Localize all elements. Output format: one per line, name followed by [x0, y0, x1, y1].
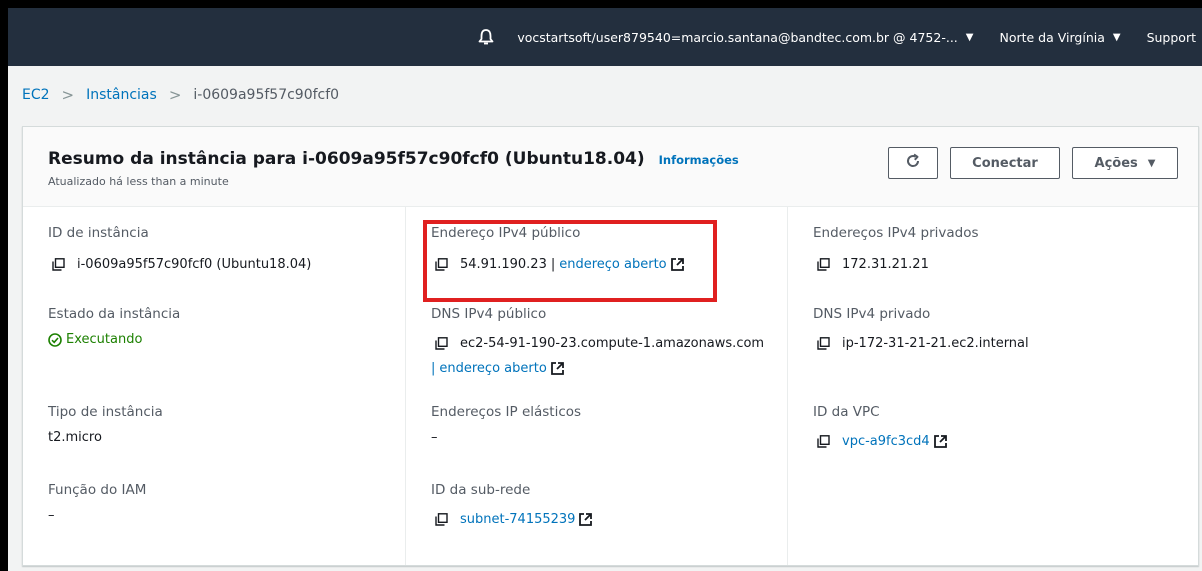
field-value-row: vpc-a9fc3cd4 — [813, 434, 1169, 449]
field-elastic-ip: Endereços IP elásticos – — [431, 404, 787, 445]
external-link-icon[interactable] — [579, 513, 593, 526]
details-column-3: Endereços IPv4 privados 172.31.21.21 DNS… — [787, 207, 1169, 565]
caret-down-icon: ▼ — [1147, 157, 1156, 169]
instance-summary-panel: Resumo da instância para i-0609a95f57c90… — [22, 126, 1199, 566]
field-value-row: 172.31.21.21 — [813, 257, 1169, 272]
field-value-row: ip-172-31-21-21.ec2.internal — [813, 336, 1169, 351]
refresh-button[interactable] — [888, 147, 938, 179]
field-label: ID da sub-rede — [431, 482, 531, 498]
instance-state-value: Executando — [66, 332, 143, 347]
chevron-right-icon: > — [168, 86, 182, 104]
field-label: ID da VPC — [813, 404, 880, 420]
field-vpc-id: ID da VPC vpc-a9fc3cd4 — [813, 404, 1169, 449]
field-private-ipv4: Endereços IPv4 privados 172.31.21.21 — [813, 225, 1169, 272]
info-link[interactable]: Informações — [659, 153, 739, 167]
field-iam-role: Função do IAM – — [48, 482, 405, 523]
caret-down-icon: ▼ — [965, 31, 974, 43]
header-actions: Conectar Ações ▼ — [888, 147, 1178, 179]
field-label: DNS IPv4 público — [431, 306, 547, 322]
vpc-id-link[interactable]: vpc-a9fc3cd4 — [842, 434, 930, 449]
highlight-box — [423, 220, 717, 302]
field-label: Tipo de instância — [48, 404, 163, 420]
breadcrumb: EC2 > Instâncias > i-0609a95f57c90fcf0 — [8, 66, 1202, 124]
field-label: Endereços IP elásticos — [431, 404, 582, 420]
field-value-row: ec2-54-91-190-23.compute-1.amazonaws.com — [431, 336, 787, 351]
bell-icon[interactable] — [477, 27, 497, 47]
chevron-right-icon: > — [61, 86, 75, 104]
external-link-icon[interactable] — [550, 362, 564, 375]
field-private-dns: DNS IPv4 privado ip-172-31-21-21.ec2.int… — [813, 306, 1169, 351]
account-label: vocstartsoft/user879540=marcio.santana@b… — [517, 29, 958, 45]
subnet-id-link[interactable]: subnet-74155239 — [460, 512, 575, 527]
field-instance-state: Estado da instância Executando — [48, 306, 405, 347]
field-label: Estado da instância — [48, 306, 181, 322]
breadcrumb-ec2[interactable]: EC2 — [22, 87, 50, 103]
public-dns-value: ec2-54-91-190-23.compute-1.amazonaws.com — [460, 336, 765, 351]
connect-button[interactable]: Conectar — [950, 147, 1060, 179]
field-instance-id: ID de instância i-0609a95f57c90fcf0 (Ubu… — [48, 225, 405, 272]
field-value-row: Executando — [48, 332, 405, 347]
copy-icon[interactable] — [52, 258, 65, 271]
instance-id-value: i-0609a95f57c90fcf0 (Ubuntu18.04) — [77, 257, 312, 272]
summary-title: Resumo da instância para i-0609a95f57c90… — [48, 149, 645, 169]
account-menu[interactable]: vocstartsoft/user879540=marcio.santana@b… — [517, 30, 973, 45]
open-address-link[interactable]: endereço aberto — [439, 361, 546, 376]
field-label: Endereços IPv4 privados — [813, 225, 979, 241]
field-value-row: subnet-74155239 — [431, 512, 787, 527]
iam-role-value: – — [48, 508, 55, 523]
actions-label: Ações — [1094, 155, 1138, 171]
refresh-icon — [904, 152, 922, 175]
field-value-row: | endereço aberto — [431, 361, 787, 376]
separator: | — [431, 361, 436, 376]
field-value-row: i-0609a95f57c90fcf0 (Ubuntu18.04) — [48, 257, 405, 272]
breadcrumb-instances[interactable]: Instâncias — [86, 87, 157, 103]
field-label: ID de instância — [48, 225, 149, 241]
details-column-1: ID de instância i-0609a95f57c90fcf0 (Ubu… — [23, 207, 405, 565]
copy-icon[interactable] — [435, 513, 448, 526]
panel-header: Resumo da instância para i-0609a95f57c90… — [23, 127, 1198, 207]
copy-icon[interactable] — [817, 337, 830, 350]
actions-button[interactable]: Ações ▼ — [1072, 147, 1178, 179]
field-instance-type: Tipo de instância t2.micro — [48, 404, 405, 445]
field-subnet-id: ID da sub-rede subnet-74155239 — [431, 482, 787, 527]
region-label: Norte da Virgínia — [999, 29, 1105, 45]
top-navigation: vocstartsoft/user879540=marcio.santana@b… — [8, 8, 1202, 66]
browser-viewport: vocstartsoft/user879540=marcio.santana@b… — [8, 8, 1202, 571]
copy-icon[interactable] — [817, 435, 830, 448]
copy-icon[interactable] — [817, 258, 830, 271]
private-dns-value: ip-172-31-21-21.ec2.internal — [842, 336, 1029, 351]
breadcrumb-current: i-0609a95f57c90fcf0 — [193, 87, 340, 103]
field-label: DNS IPv4 privado — [813, 306, 931, 322]
private-ipv4-value: 172.31.21.21 — [842, 257, 929, 272]
support-menu[interactable]: Support — [1147, 30, 1196, 45]
instance-type-value: t2.micro — [48, 430, 102, 445]
status-ok-icon — [48, 332, 62, 347]
field-label: Função do IAM — [48, 482, 147, 498]
elastic-ip-value: – — [431, 430, 438, 445]
region-selector[interactable]: Norte da Virgínia ▼ — [999, 30, 1120, 45]
external-link-icon[interactable] — [933, 435, 947, 448]
copy-icon[interactable] — [435, 337, 448, 350]
field-public-dns: DNS IPv4 público ec2-54-91-190-23.comput… — [431, 306, 787, 376]
caret-down-icon: ▼ — [1112, 31, 1121, 43]
